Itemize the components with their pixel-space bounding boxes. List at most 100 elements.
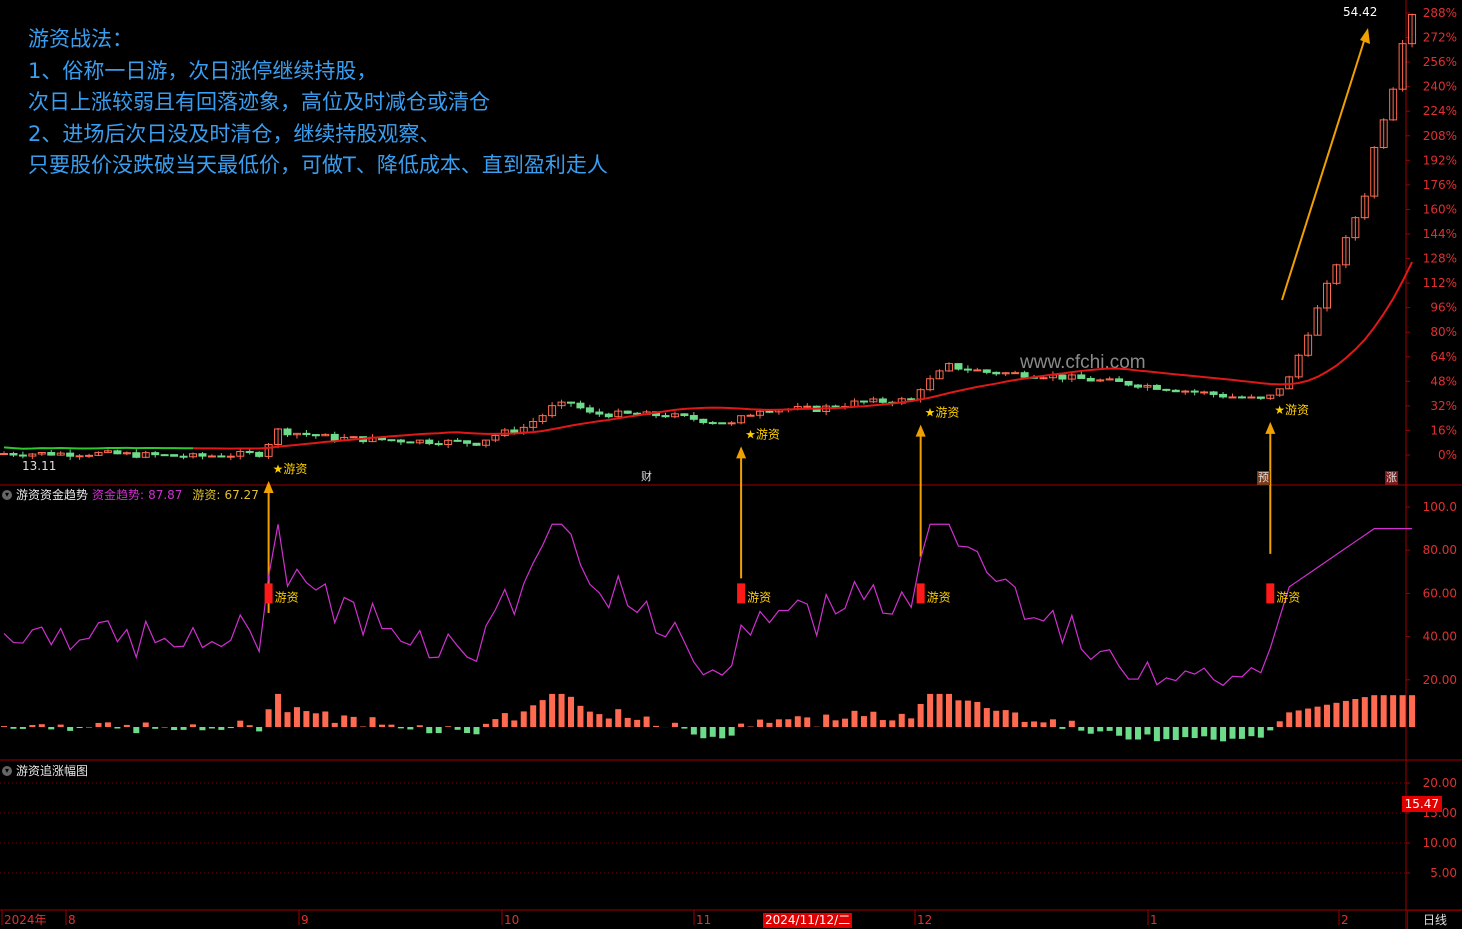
- histogram-bar: [1201, 727, 1208, 737]
- candle: [1237, 396, 1246, 399]
- histogram-bar: [1210, 727, 1217, 740]
- histogram-bar: [728, 727, 735, 736]
- y-tick-label: 60.00: [1423, 586, 1457, 600]
- histogram-bar: [397, 727, 404, 729]
- candle: [226, 455, 235, 458]
- histogram-bar: [1295, 710, 1302, 727]
- limit-up-badge[interactable]: 涨: [1385, 471, 1398, 485]
- histogram-bar: [1229, 727, 1236, 739]
- histogram-bar: [719, 727, 726, 739]
- x-tick-label: 2024年: [4, 913, 47, 927]
- forecast-badge[interactable]: 预: [1257, 471, 1270, 485]
- candle: [595, 411, 604, 415]
- histogram-bar: [1116, 727, 1123, 736]
- candle: [472, 442, 481, 446]
- histogram-bar: [482, 723, 489, 727]
- histogram-bar: [190, 724, 196, 727]
- candle: [907, 398, 916, 401]
- histogram-bar: [804, 717, 811, 727]
- x-tick-label: 12: [917, 913, 932, 927]
- histogram-bar: [1361, 697, 1368, 727]
- indicator-name[interactable]: 游资资金趋势: [16, 486, 88, 503]
- y-tick-label: 5.00: [1430, 866, 1457, 880]
- histogram-bar: [435, 727, 442, 734]
- candle: [1181, 390, 1190, 393]
- histogram-bar: [407, 727, 414, 730]
- histogram-bar: [690, 727, 697, 735]
- candle: [1134, 384, 1142, 388]
- candle: [680, 413, 689, 417]
- y-tick-label: 272%: [1423, 31, 1457, 45]
- period-selector[interactable]: 日线: [1407, 910, 1462, 929]
- histogram-bar: [1267, 727, 1274, 731]
- candle: [217, 455, 226, 458]
- histogram-bar: [237, 720, 244, 727]
- histogram-bar: [634, 719, 641, 727]
- histogram-bar: [917, 703, 924, 727]
- watermark: www.cfchi.com: [1020, 352, 1146, 373]
- histogram-bar: [927, 693, 934, 727]
- candle: [349, 436, 358, 439]
- y-tick-label: 128%: [1423, 252, 1457, 266]
- candle: [406, 441, 415, 444]
- histogram-bar: [1191, 727, 1198, 739]
- histogram-bar: [851, 710, 858, 727]
- histogram-bar: [615, 709, 622, 727]
- histogram-bar: [1049, 719, 1056, 727]
- histogram-bar: [643, 716, 650, 727]
- histogram-bar: [284, 712, 291, 727]
- y-tick-label: 40.00: [1423, 630, 1457, 644]
- histogram-bar: [898, 713, 905, 727]
- histogram-bar: [1125, 727, 1132, 740]
- finance-badge[interactable]: 财: [641, 470, 652, 484]
- trend-arrowhead: [1360, 28, 1370, 44]
- candle: [1086, 377, 1095, 382]
- histogram-bar: [823, 714, 830, 727]
- histogram-bar: [293, 707, 300, 727]
- histogram-bar: [29, 725, 36, 727]
- histogram-bar: [312, 713, 319, 727]
- fund-trend-label: 资金趋势:: [92, 488, 145, 502]
- bottom-indicator-name[interactable]: 游资追涨幅图: [16, 762, 88, 779]
- collapse-icon[interactable]: ▾: [2, 489, 12, 500]
- collapse-icon[interactable]: ▾: [2, 765, 12, 776]
- candle: [576, 402, 585, 409]
- candle: [1190, 390, 1199, 393]
- histogram-bar: [1352, 699, 1359, 727]
- x-tick-label: 1: [1150, 913, 1158, 927]
- signal-label: ★游资: [745, 427, 780, 441]
- y-tick-label: 288%: [1423, 6, 1457, 20]
- histogram-bar: [596, 714, 603, 727]
- histogram-bar: [57, 724, 64, 727]
- histogram-bar: [171, 727, 178, 731]
- histogram-bar: [1182, 727, 1189, 738]
- candle: [1162, 388, 1171, 391]
- histogram-bar: [1342, 700, 1349, 727]
- histogram-bar: [1409, 695, 1416, 727]
- candle: [604, 413, 613, 418]
- histogram-bar: [501, 713, 508, 727]
- histogram-bar: [1172, 727, 1179, 740]
- histogram-bar: [653, 725, 660, 727]
- candle: [510, 429, 519, 433]
- candle: [47, 451, 56, 456]
- histogram-bar: [76, 727, 83, 729]
- candle: [18, 454, 27, 457]
- histogram-bar: [983, 708, 990, 727]
- y-tick-label: 224%: [1423, 104, 1457, 118]
- histogram-bar: [1286, 712, 1293, 727]
- histogram-bar: [1248, 727, 1255, 737]
- histogram-bar: [558, 693, 565, 727]
- candle: [765, 410, 774, 413]
- histogram-bar: [322, 711, 329, 727]
- candle: [661, 415, 670, 418]
- y-tick-label: 240%: [1423, 80, 1457, 94]
- candle: [207, 455, 216, 458]
- histogram-bar: [681, 727, 688, 729]
- y-tick-label: 64%: [1430, 350, 1457, 364]
- strategy-line: 次日上涨较弱且有回落迹象，高位及时减仓或清仓: [28, 90, 490, 114]
- candle: [198, 453, 207, 457]
- histogram-bar: [1031, 721, 1038, 727]
- histogram-bar: [946, 693, 952, 727]
- histogram-bar: [1087, 727, 1094, 734]
